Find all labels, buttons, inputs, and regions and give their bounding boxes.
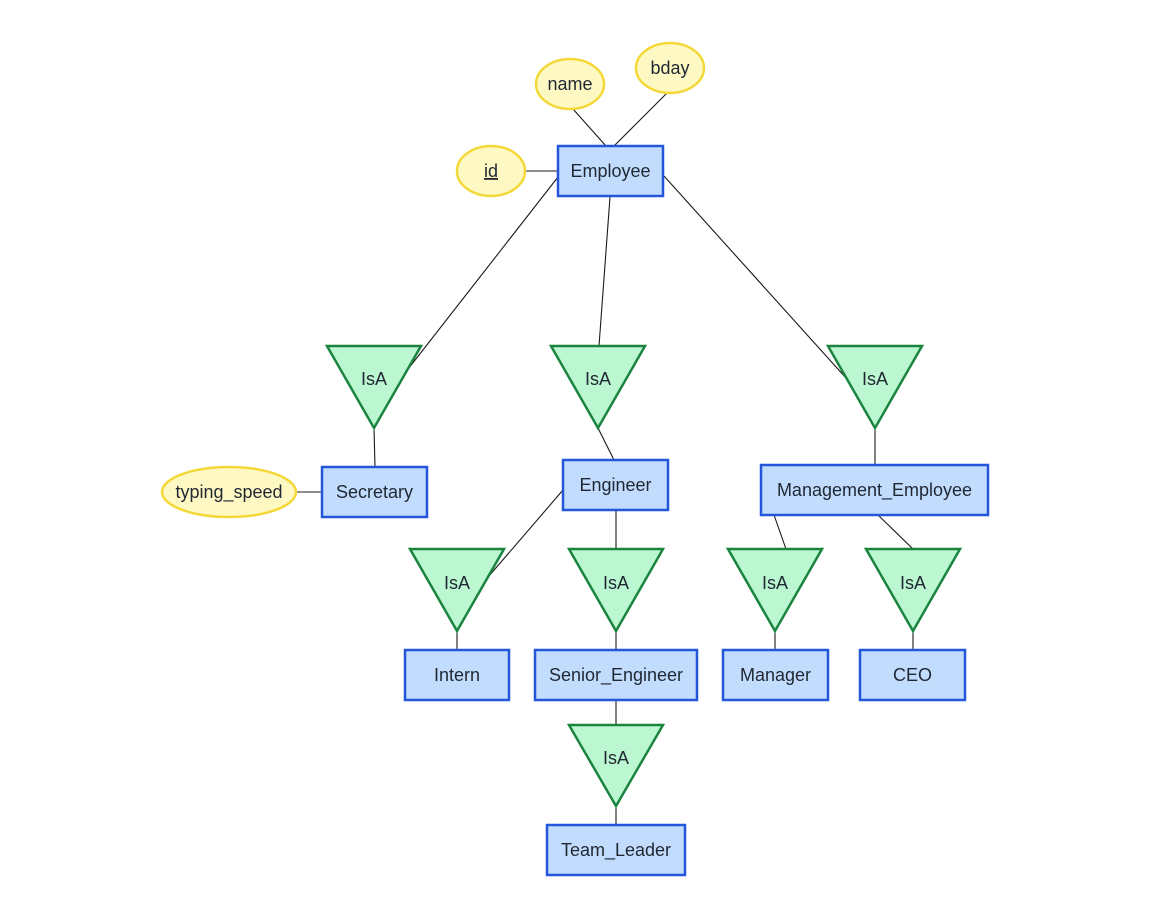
isa-engineer-label: IsA [585,369,611,389]
entity-manager[interactable]: Manager [721,648,830,702]
isa-senior-engineer[interactable]: IsA [566,547,666,634]
entity-ceo-label: CEO [893,665,932,685]
entity-employee-label: Employee [570,161,650,181]
attribute-bday[interactable]: bday [634,41,706,95]
entity-senior-engineer[interactable]: Senior_Engineer [533,648,699,702]
isa-intern[interactable]: IsA [407,547,507,634]
entity-secretary[interactable]: Secretary [320,465,429,519]
entity-intern[interactable]: Intern [403,648,511,702]
edge-employee-isa-engineer [598,196,611,347]
entity-senior-engineer-label: Senior_Engineer [549,665,683,686]
edge-management-isa-manager [773,514,787,550]
entity-manager-label: Manager [740,665,811,685]
attribute-id-label: id [484,161,498,181]
entity-management-employee-label: Management_Employee [777,480,972,501]
entity-management-employee[interactable]: Management_Employee [759,463,990,517]
edge-employee-isa-secretary [404,176,559,374]
isa-management-employee[interactable]: IsA [825,344,925,431]
edge-management-isa-ceo [877,514,914,550]
entity-ceo[interactable]: CEO [858,648,967,702]
edge-isa-secretary [373,427,376,468]
isa-secretary[interactable]: IsA [324,344,424,431]
isa-management-employee-label: IsA [862,369,888,389]
edge-employee-isa-management [663,175,847,379]
edge-isa-engineer [597,427,615,461]
attribute-bday-label: bday [650,58,689,78]
edge-engineer-isa-intern [488,489,564,577]
entity-engineer[interactable]: Engineer [561,458,670,512]
attribute-name[interactable]: name [534,57,606,111]
attribute-typing-speed-label: typing_speed [175,482,282,503]
isa-manager[interactable]: IsA [725,547,825,634]
entity-team-leader[interactable]: Team_Leader [545,823,687,877]
isa-engineer[interactable]: IsA [548,344,648,431]
isa-manager-label: IsA [762,573,788,593]
edge-bday-employee [613,92,668,147]
isa-ceo[interactable]: IsA [863,547,963,634]
er-diagram-canvas: name bday id typing_speed Employee Secre… [160,41,990,877]
entity-employee[interactable]: Employee [556,144,665,198]
attribute-typing-speed[interactable]: typing_speed [160,465,298,519]
isa-secretary-label: IsA [361,369,387,389]
isa-team-leader-label: IsA [603,748,629,768]
entity-secretary-label: Secretary [336,482,413,502]
edge-name-employee [572,108,607,147]
entity-engineer-label: Engineer [579,475,651,495]
entity-team-leader-label: Team_Leader [561,840,671,861]
entity-intern-label: Intern [434,665,480,685]
isa-intern-label: IsA [444,573,470,593]
attribute-name-label: name [547,74,592,94]
isa-team-leader[interactable]: IsA [566,723,666,809]
isa-ceo-label: IsA [900,573,926,593]
isa-senior-engineer-label: IsA [603,573,629,593]
attribute-id-key[interactable]: id [455,144,527,198]
